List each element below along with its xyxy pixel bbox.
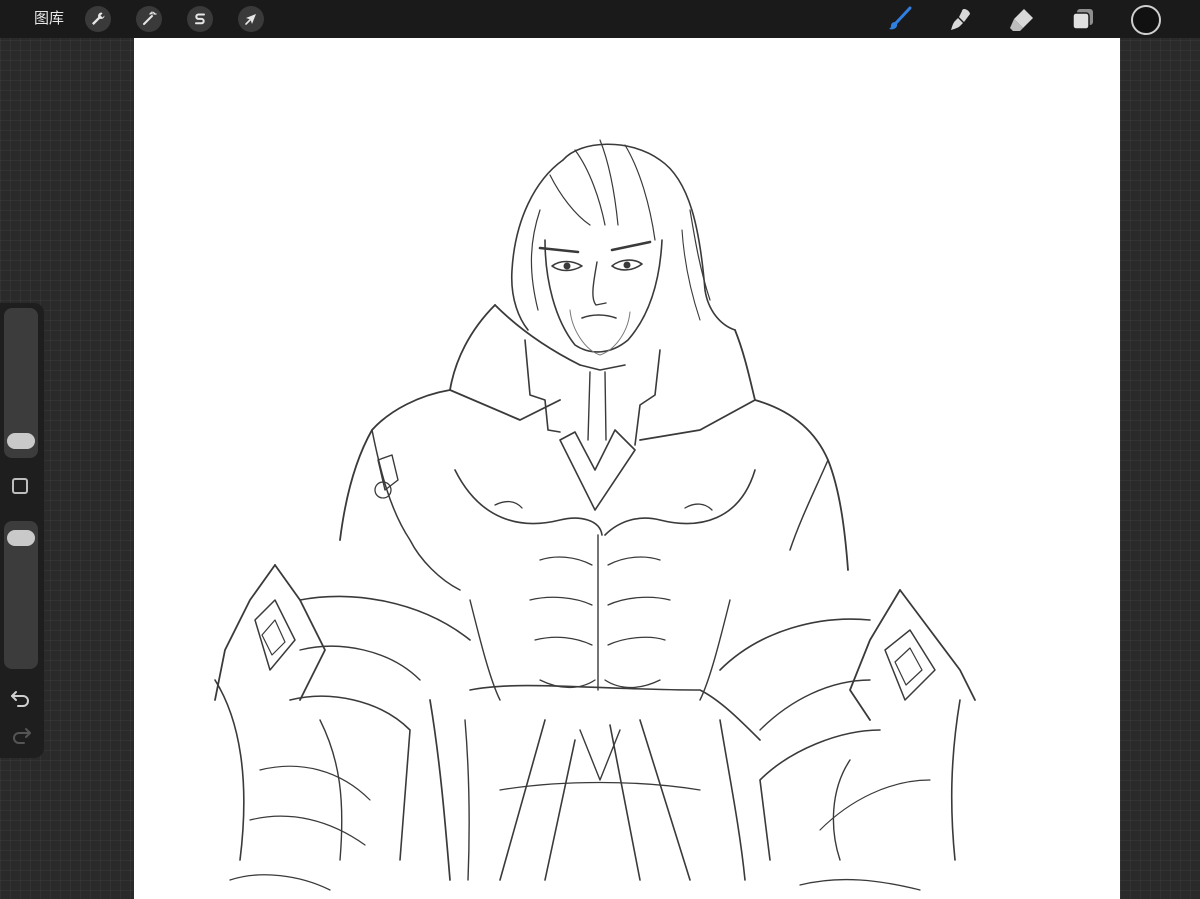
transform-button[interactable] xyxy=(238,6,264,32)
eraser-tool-button[interactable] xyxy=(1008,5,1036,33)
adjustments-button[interactable] xyxy=(136,6,162,32)
color-picker-button[interactable] xyxy=(1131,5,1161,35)
arrow-cursor-icon xyxy=(245,14,256,25)
brush-icon xyxy=(889,6,912,30)
modify-button[interactable] xyxy=(12,478,28,494)
smudge-icon xyxy=(951,9,970,30)
redo-button[interactable] xyxy=(9,725,33,745)
wrench-icon xyxy=(92,12,105,25)
undo-icon xyxy=(11,691,29,707)
opacity-slider[interactable] xyxy=(4,521,38,669)
undo-button[interactable] xyxy=(9,688,33,708)
gallery-button[interactable]: 图库 xyxy=(34,9,64,29)
drawing-canvas[interactable] xyxy=(134,38,1120,899)
top-toolbar: 图库 xyxy=(0,0,1200,38)
redo-icon xyxy=(13,728,31,744)
brush-size-slider-thumb[interactable] xyxy=(7,432,35,449)
opacity-slider-thumb[interactable] xyxy=(7,530,35,547)
layers-icon xyxy=(1072,9,1093,30)
sketch-artwork xyxy=(214,139,976,891)
selection-button[interactable] xyxy=(187,6,213,32)
magic-wand-icon xyxy=(143,11,157,25)
brush-tool-button[interactable] xyxy=(886,5,914,33)
smudge-tool-button[interactable] xyxy=(947,5,975,33)
selection-s-icon xyxy=(195,13,205,25)
actions-button[interactable] xyxy=(85,6,111,32)
layers-button[interactable] xyxy=(1069,5,1097,33)
left-sidebar xyxy=(0,303,44,758)
eraser-icon xyxy=(1010,9,1033,31)
brush-size-slider[interactable] xyxy=(4,308,38,458)
